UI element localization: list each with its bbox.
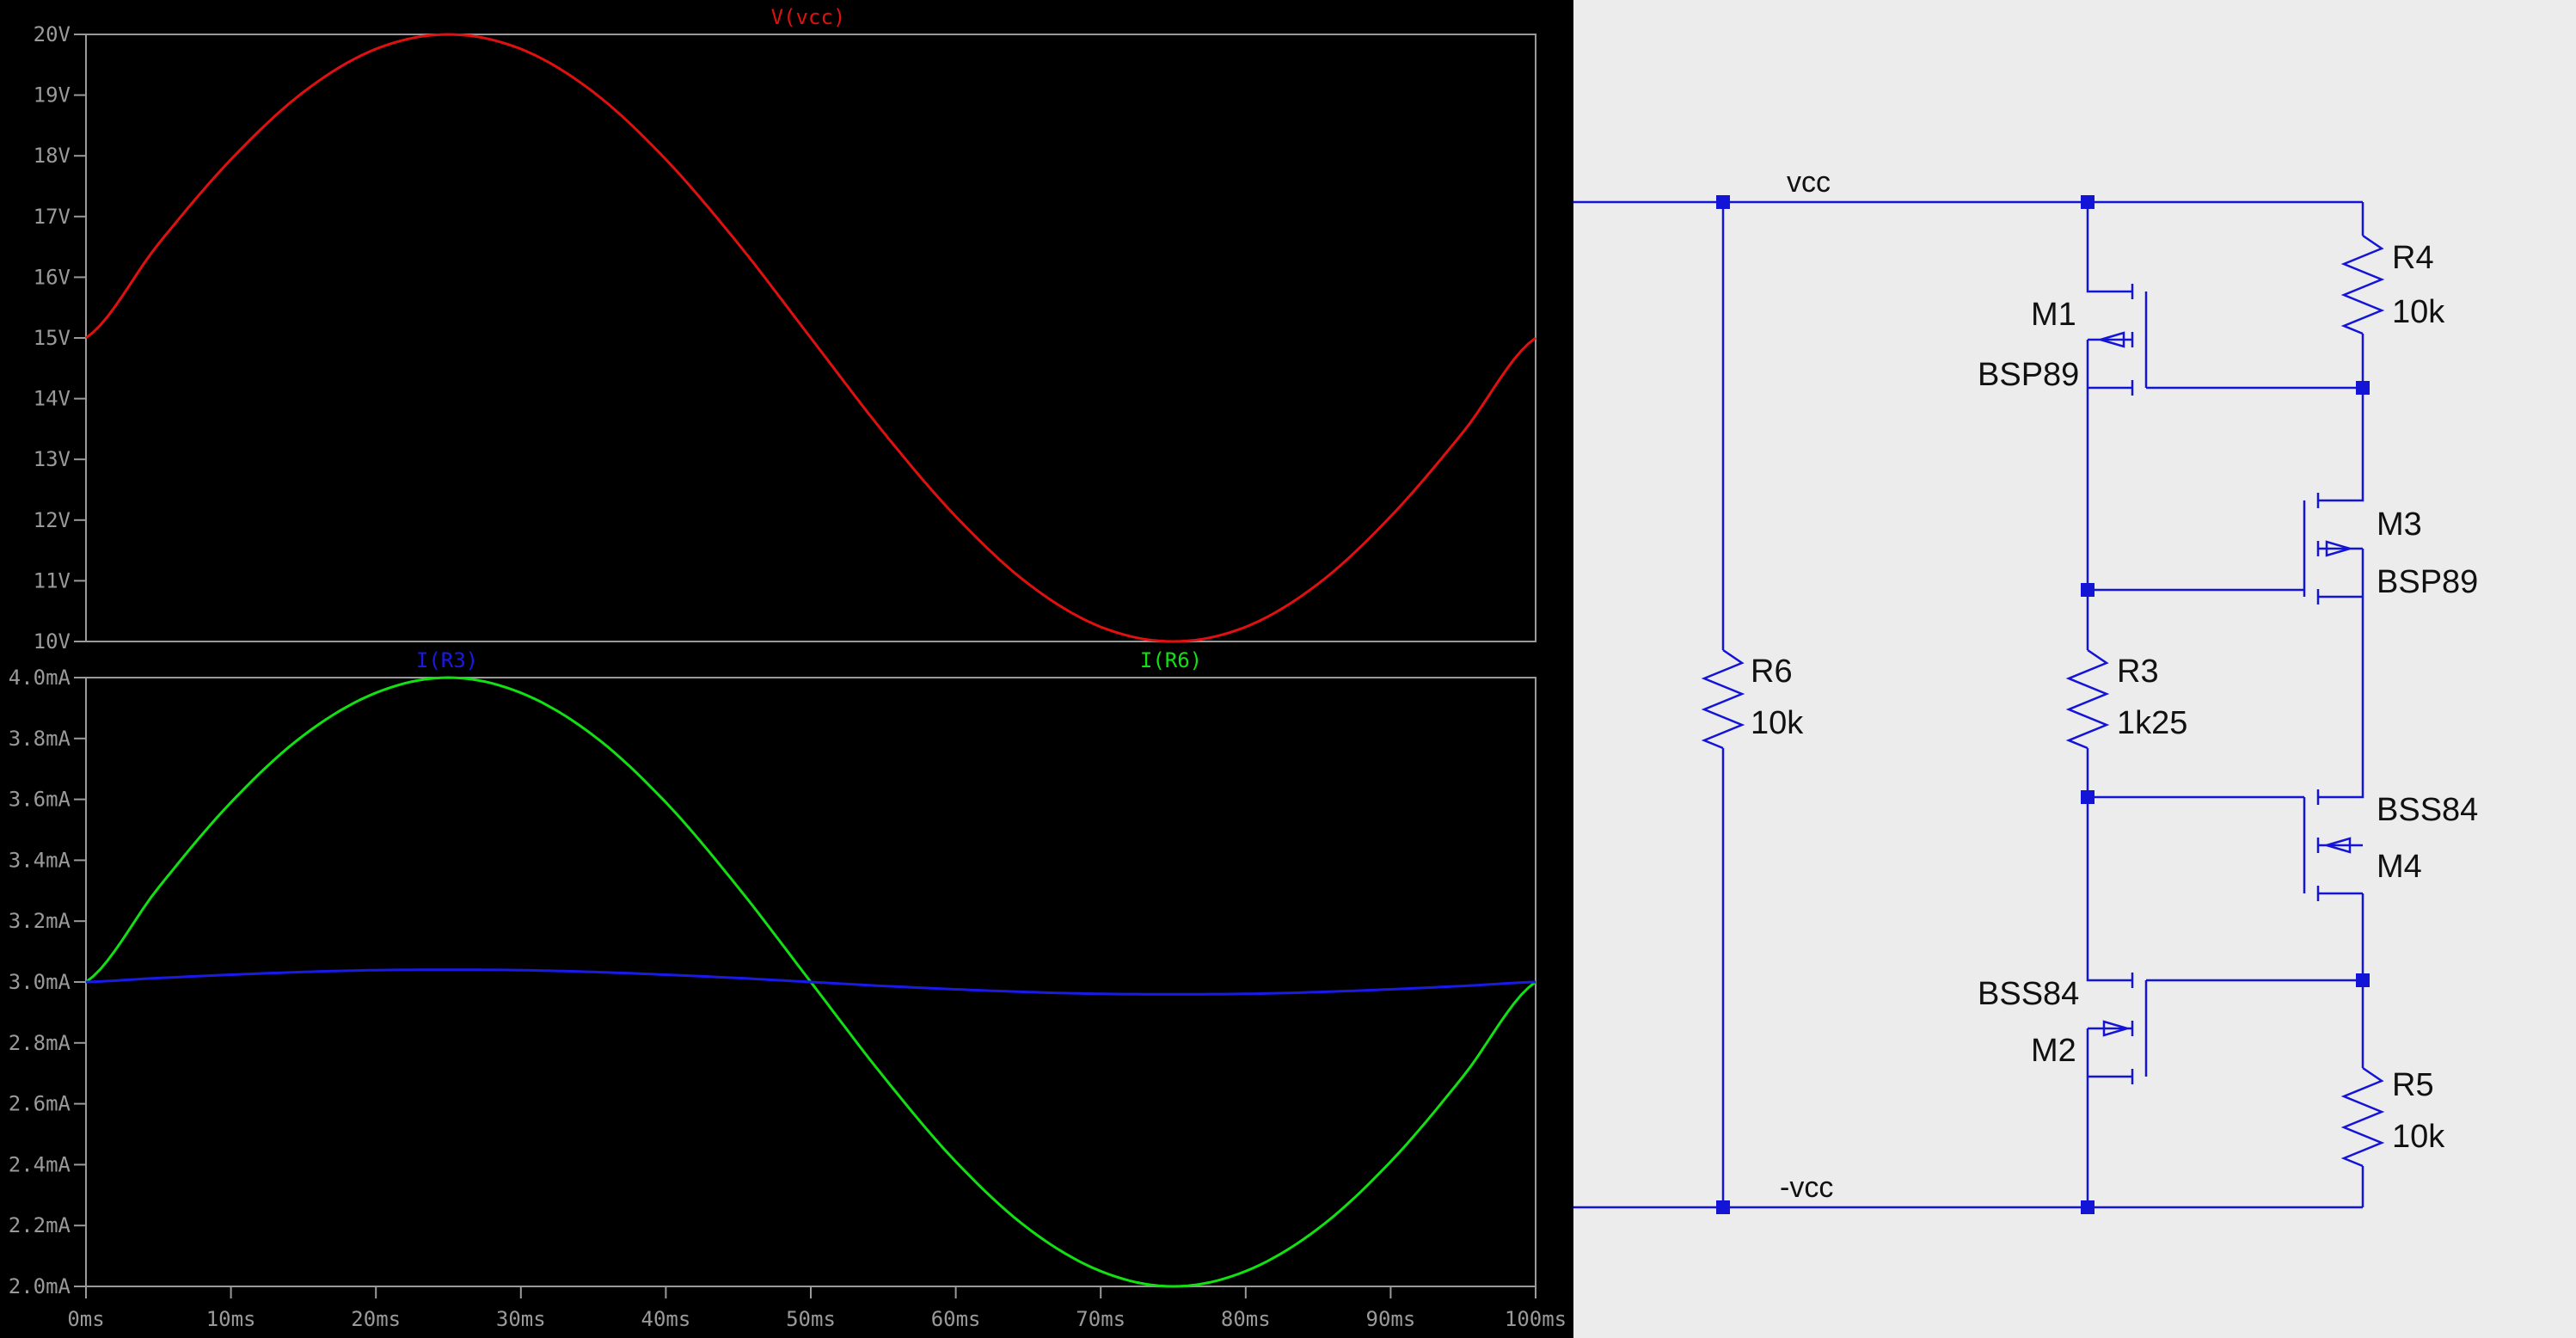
r6-ref-label: R6	[1751, 654, 1793, 690]
waveform-plots[interactable]: 20V19V18V17V16V15V14V13V12V11V10VV(vcc) …	[0, 0, 1573, 1338]
junction-dot[interactable]	[2081, 790, 2095, 804]
trace-label-i-r3[interactable]: I(R3)	[416, 648, 478, 672]
y-tick-label: 12V	[34, 508, 71, 532]
m1-ref-label: M1	[2031, 297, 2076, 333]
waveform-viewer[interactable]: 20V 19V 18V 17V 16V 15V 14V 13V 12V 11V 10V V(vcc) …	[0, 0, 1573, 1338]
junction-dot[interactable]	[2356, 973, 2370, 987]
m4-model-label: BSS84	[2377, 792, 2478, 828]
x-tick-label: 50ms	[786, 1307, 836, 1331]
y-tick-label: 2.2mA	[9, 1213, 71, 1237]
y-tick-label: 11V	[34, 568, 71, 592]
r6-resistor[interactable]	[1701, 202, 1745, 1207]
right-column-wires[interactable]	[2318, 202, 2364, 1207]
x-tick-label: 70ms	[1076, 1307, 1125, 1331]
y-tick-label: 18V	[34, 144, 71, 168]
y-tick-label: 14V	[34, 387, 71, 411]
r5-value-label: 10k	[2392, 1119, 2445, 1155]
m2-model-label: BSS84	[1978, 976, 2079, 1012]
r4-resistor[interactable]	[2340, 234, 2385, 335]
y-tick-label: 3.0mA	[9, 970, 71, 994]
x-tick-label: 40ms	[641, 1307, 691, 1331]
trace-i-r3[interactable]	[85, 968, 1536, 996]
y-tick-label: 3.6mA	[9, 788, 71, 812]
r3-value-label: 1k25	[2117, 705, 2187, 741]
trace-label-v-vcc[interactable]: V(vcc)	[771, 5, 846, 29]
top-plot-pane[interactable]: 20V 19V 18V 17V 16V 15V 14V 13V 12V 11V 10V V(vcc)	[34, 5, 1536, 654]
y-tick-label: 3.2mA	[9, 909, 71, 933]
y-tick-label: 3.8mA	[9, 727, 71, 751]
y-tick-label: 13V	[34, 447, 71, 471]
trace-label-i-r6[interactable]: I(R6)	[1140, 648, 1202, 672]
m1-model-label: BSP89	[1978, 357, 2079, 393]
junction-dot[interactable]	[2081, 195, 2095, 209]
junction-dot[interactable]	[1716, 1200, 1730, 1214]
m3-model-label: BSP89	[2377, 564, 2478, 600]
junction-dot[interactable]	[2081, 1200, 2095, 1214]
junction-dot[interactable]	[1716, 195, 1730, 209]
x-tick-label: 80ms	[1221, 1307, 1271, 1331]
r3-ref-label: R3	[2117, 654, 2159, 690]
y-tick-label: 2.6mA	[9, 1092, 71, 1116]
x-tick-label: 0ms	[67, 1307, 104, 1331]
y-tick-label: 2.0mA	[9, 1274, 71, 1298]
m4-ref-label: M4	[2377, 849, 2422, 885]
y-tick-label: 19V	[34, 83, 71, 107]
r3-resistor[interactable]	[2065, 648, 2110, 750]
bottom-plot-pane[interactable]: 4.0mA 3.8mA 3.6mA 3.4mA 3.2mA 3.0mA 2.8mA 2.6mA…	[9, 648, 1536, 1298]
m2-ref-label: M2	[2031, 1033, 2076, 1069]
m3-ref-label: M3	[2377, 506, 2422, 543]
y-tick-label: 3.4mA	[9, 848, 71, 872]
x-tick-label: 10ms	[206, 1307, 256, 1331]
y-tick-label: 17V	[34, 205, 71, 229]
y-tick-label: 4.0mA	[9, 666, 71, 690]
junction-dot[interactable]	[2081, 583, 2095, 597]
y-tick-label: 15V	[34, 326, 71, 350]
x-tick-label: 90ms	[1366, 1307, 1416, 1331]
y-tick-label: 10V	[34, 629, 71, 654]
x-tick-label: 100ms	[1505, 1307, 1567, 1331]
schematic-canvas[interactable]: vcc -vcc R6 10k M1 BSP89 R3 1k25 BSS84 M…	[1573, 0, 2576, 1338]
y-tick-label: 2.8mA	[9, 1031, 71, 1055]
y-tick-label: 20V	[34, 22, 71, 46]
m1-mosfet[interactable]	[2100, 284, 2363, 396]
schematic-editor[interactable]: vcc -vcc R6 10k M1 BSP89 R3 1k25 BSS84 M…	[1573, 0, 2576, 1338]
vcc-net-label[interactable]: vcc	[1787, 166, 1831, 199]
r4-value-label: 10k	[2392, 294, 2445, 330]
x-axis: 0ms 10ms 20ms 30ms 40ms 50ms 60ms 70ms 80ms 90ms 1…	[67, 1286, 1567, 1331]
junction-dot[interactable]	[2356, 381, 2370, 395]
m2-mosfet[interactable]	[2102, 973, 2363, 1084]
x-tick-label: 30ms	[496, 1307, 546, 1331]
x-tick-label: 60ms	[931, 1307, 981, 1331]
r5-resistor[interactable]	[2340, 1066, 2385, 1168]
r5-ref-label: R5	[2392, 1067, 2434, 1103]
y-tick-label: 16V	[34, 265, 71, 289]
neg-vcc-net-label[interactable]: -vcc	[1780, 1171, 1833, 1204]
r4-ref-label: R4	[2392, 240, 2434, 276]
y-tick-label: 2.4mA	[9, 1152, 71, 1176]
x-tick-label: 20ms	[351, 1307, 401, 1331]
trace-v-vcc[interactable]	[85, 33, 1536, 643]
r6-value-label: 10k	[1751, 705, 1804, 741]
